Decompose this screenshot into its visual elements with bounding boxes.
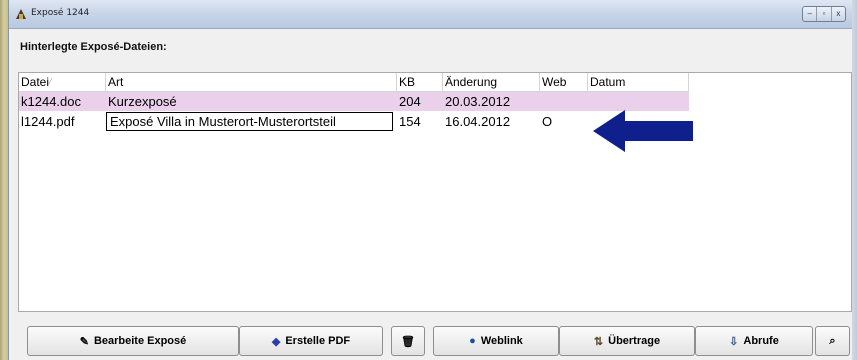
cell-aenderung: 20.03.2012 [445,94,511,109]
close-button[interactable]: x [832,7,845,21]
button-label: Übertrage [608,335,661,347]
cell-datei: k1244.doc [21,94,81,109]
minimize-button[interactable]: – [803,7,818,21]
column-header-aenderung[interactable]: Änderung [443,73,540,91]
table-row[interactable]: k1244.doc Kurzexposé 204 20.03.2012 [19,92,689,111]
column-header-datei[interactable]: Datei⁄ [19,73,106,91]
column-header-web[interactable]: Web [540,73,588,91]
window-title: Exposé 1244 [31,8,90,18]
cell-web: O [542,114,553,129]
column-header-kb[interactable]: KB [397,73,443,91]
section-label: Hinterlegte Exposé-Dateien: [20,41,167,53]
cell-kb: 154 [399,114,421,129]
file-list[interactable]: Datei⁄ Art KB Änderung Web Datum k1244.d… [18,72,852,312]
cell-kb: 204 [399,94,421,109]
window-controls: – ▫ x [802,6,846,22]
download-icon: ⇩ [729,335,739,348]
trash-icon: 🗑 [401,335,415,348]
expose-window: Exposé 1244 – ▫ x Hinterlegte Exposé-Dat… [8,0,852,360]
cell-datei: l1244.pdf [21,114,75,129]
app-icon [16,9,26,19]
column-header-label: Web [542,75,567,89]
table-row[interactable]: l1244.pdf Exposé Villa in Musterort-Must… [19,112,689,131]
column-header-art[interactable]: Art [106,73,397,91]
column-header-datum[interactable]: Datum [588,73,689,91]
column-header-label: KB [399,75,416,89]
maximize-button[interactable]: ▫ [817,7,832,21]
background-strip-left [0,0,8,360]
abrufe-button[interactable]: ⇩ Abrufe [695,326,813,356]
button-label: Weblink [480,335,523,347]
bearbeite-expose-button[interactable]: ✎ Bearbeite Exposé [27,326,239,356]
cell-art-editor[interactable]: Exposé Villa in Musterort-Musterortsteil [106,112,393,131]
cell-datum [588,92,689,111]
column-header-label: Datei [21,75,50,89]
column-header-label: Art [108,75,124,89]
button-label: Erstelle PDF [285,335,351,347]
magnifier-icon: ⌕ [829,334,836,347]
diamond-icon: ◆ [271,335,281,348]
cell-aenderung: 16.04.2012 [445,114,511,129]
column-header-label: Änderung [445,75,498,89]
list-header: Datei⁄ Art KB Änderung Web Datum [19,73,689,92]
pencil-icon: ✎ [79,335,89,348]
sort-indicator-icon: ⁄ [50,77,52,86]
search-button[interactable]: ⌕ [815,326,850,356]
delete-button[interactable]: 🗑 [391,326,425,356]
cell-art: Kurzexposé [108,94,177,109]
button-label: Bearbeite Exposé [93,335,187,347]
weblink-button[interactable]: ● Weblink [433,326,559,356]
button-label: Abrufe [743,335,779,347]
cell-web [540,92,588,111]
title-bar[interactable]: Exposé 1244 – ▫ x [9,0,852,29]
globe-icon: ● [469,335,476,347]
uebertrage-button[interactable]: ⇅ Übertrage [559,326,695,356]
transfer-icon: ⇅ [593,335,604,348]
column-header-label: Datum [590,75,626,89]
erstelle-pdf-button[interactable]: ◆ Erstelle PDF [239,326,383,356]
pointer-arrow-icon [593,110,693,152]
